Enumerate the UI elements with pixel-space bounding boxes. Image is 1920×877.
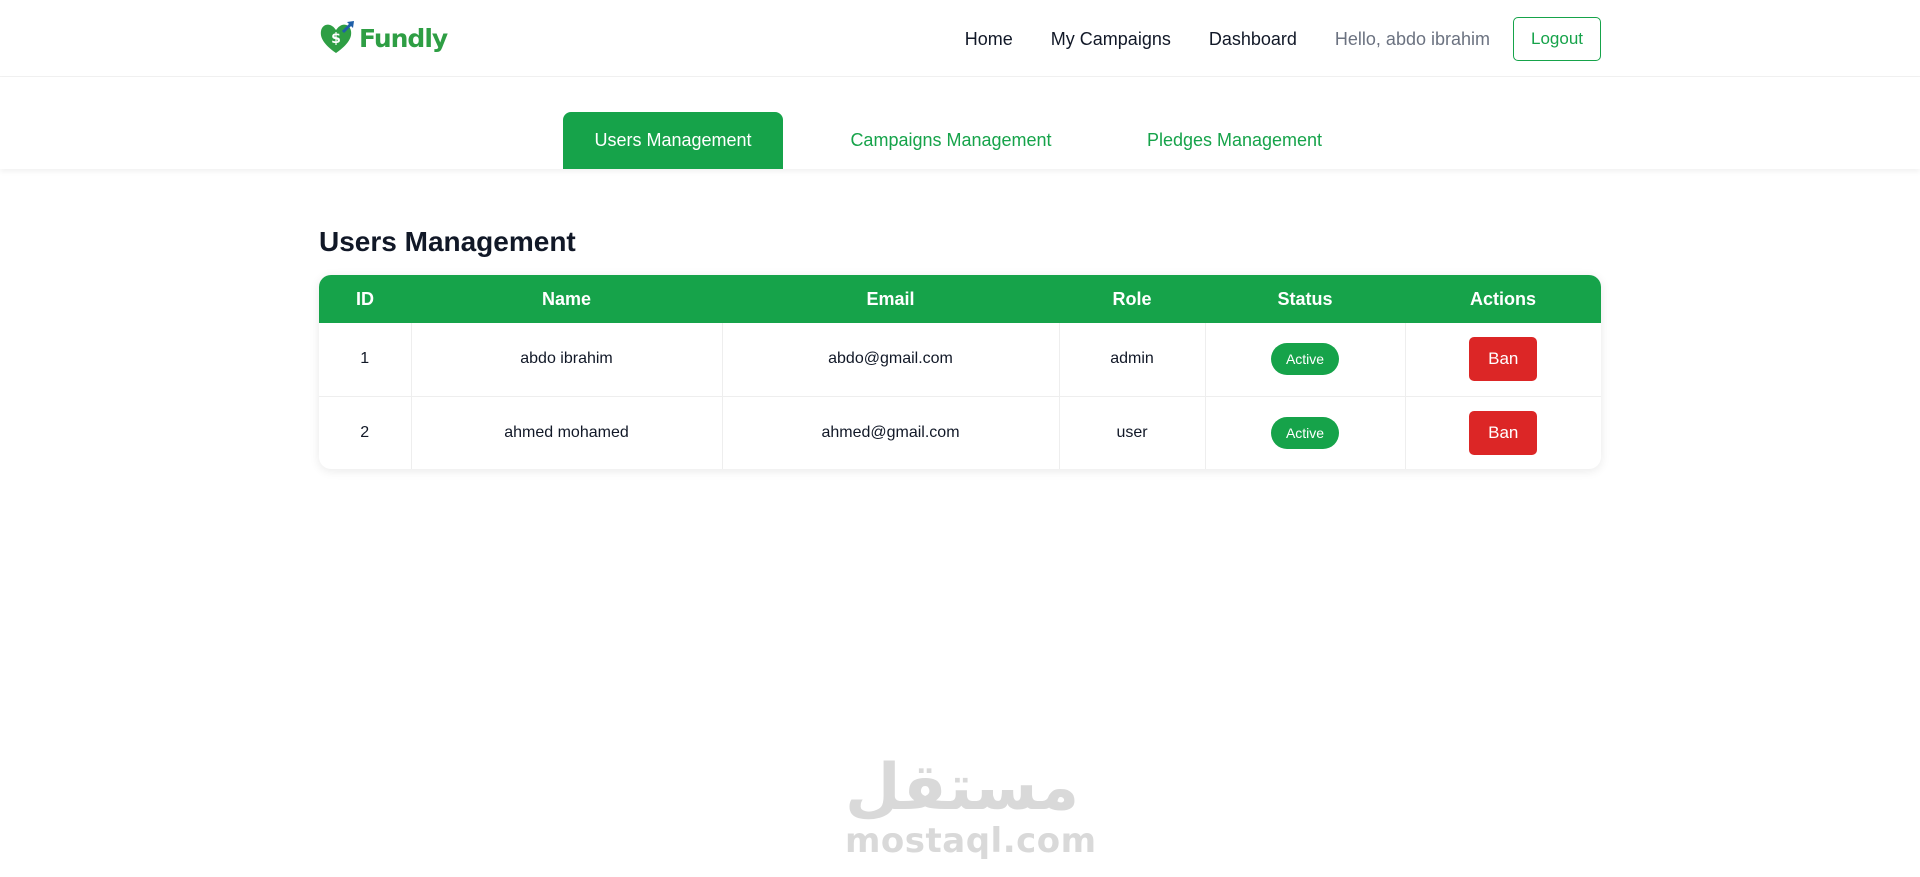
user-greeting: Hello, abdo ibrahim: [1334, 28, 1490, 49]
top-header: $ Fundly Home My Campaigns Dashboard Hel…: [0, 0, 1920, 77]
table-row: 2 ahmed mohamed ahmed@gmail.com user Act…: [319, 396, 1601, 469]
users-table: ID Name Email Role Status Actions 1 abdo…: [319, 275, 1601, 469]
watermark-latin: mostaql.com: [845, 821, 1097, 861]
cell-status: Active: [1205, 396, 1406, 469]
mostaql-watermark: مستقل mostaql.com: [845, 750, 1097, 861]
cell-email: abdo@gmail.com: [722, 323, 1060, 397]
cell-id: 1: [319, 323, 412, 397]
heart-dollar-icon: $: [320, 21, 354, 53]
watermark-arabic: مستقل: [845, 751, 1080, 825]
column-header-actions: Actions: [1469, 288, 1536, 309]
logout-button[interactable]: Logout: [1513, 17, 1601, 61]
status-badge: Active: [1270, 416, 1340, 449]
admin-tab-bar: Users Management Campaigns Management Pl…: [0, 77, 1920, 169]
cell-name: ahmed mohamed: [411, 396, 723, 469]
users-table-card: ID Name Email Role Status Actions 1 abdo…: [319, 275, 1601, 469]
table-row: 1 abdo ibrahim abdo@gmail.com admin Acti…: [319, 323, 1601, 397]
tab-pledges-management[interactable]: Pledges Management: [1119, 112, 1350, 169]
fundly-logo[interactable]: $ Fundly: [319, 18, 448, 58]
column-header-email: Email: [866, 288, 915, 309]
column-header-name: Name: [541, 288, 592, 309]
cell-id: 2: [319, 396, 412, 469]
cell-actions: Ban: [1405, 323, 1601, 397]
cell-name: abdo ibrahim: [411, 323, 723, 397]
cell-status: Active: [1205, 323, 1406, 397]
table-header-row: ID Name Email Role Status Actions: [319, 275, 1601, 323]
page-title: Users Management: [319, 226, 576, 257]
cell-role: admin: [1059, 323, 1206, 397]
tab-campaigns-management[interactable]: Campaigns Management: [783, 112, 1119, 169]
nav-my-campaigns[interactable]: My Campaigns: [1051, 29, 1171, 50]
column-header-role: Role: [1112, 288, 1152, 309]
admin-tabs: Users Management Campaigns Management Pl…: [563, 112, 1350, 169]
column-header-status: Status: [1277, 288, 1333, 309]
cell-actions: Ban: [1405, 396, 1601, 469]
cell-email: ahmed@gmail.com: [722, 396, 1060, 469]
tab-users-management[interactable]: Users Management: [563, 112, 783, 169]
status-badge: Active: [1270, 343, 1340, 376]
nav-dashboard[interactable]: Dashboard: [1209, 29, 1297, 50]
brand-name: Fundly: [359, 23, 448, 53]
cell-role: user: [1059, 396, 1206, 469]
ban-button[interactable]: Ban: [1469, 410, 1538, 455]
nav-home[interactable]: Home: [965, 29, 1013, 50]
svg-text:$: $: [331, 31, 341, 47]
main-nav: Home My Campaigns Dashboard Hello, abdo …: [965, 17, 1601, 61]
column-header-id: ID: [356, 288, 374, 309]
ban-button[interactable]: Ban: [1469, 337, 1538, 382]
